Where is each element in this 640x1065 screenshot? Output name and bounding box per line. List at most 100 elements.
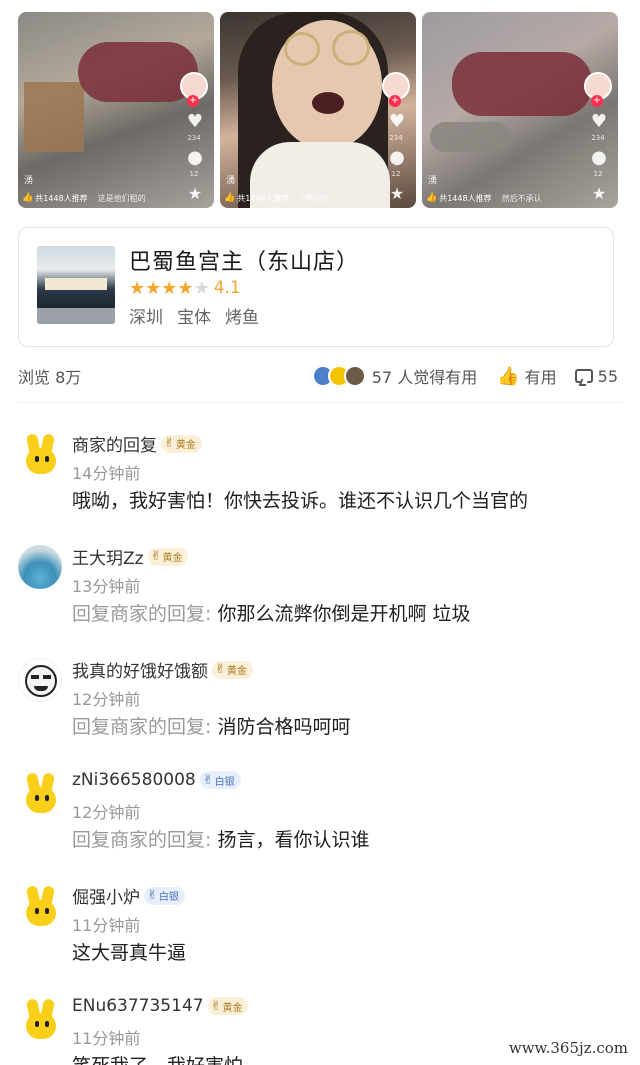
comment-item[interactable]: 商家的回复 ✌ 黄金 14分钟前 哦呦，我好害怕！你快去投诉。谁还不认识几个当官的 [18,428,624,541]
shop-tag-area[interactable]: 宝体 [177,303,211,328]
comment-list: 商家的回复 ✌ 黄金 14分钟前 哦呦，我好害怕！你快去投诉。谁还不认识几个当官的 王大玥… [18,428,624,1065]
level-label: 黄金 [162,553,183,564]
user-avatar[interactable] [18,997,62,1041]
comment-header: ENu637735147 ✌ 黄金 [72,996,249,1016]
victory-hand-icon: ✌ [215,662,226,677]
victory-hand-icon: ✌ [150,549,162,564]
comment-item[interactable]: 王大玥Zz ✌ 黄金 13分钟前回复商家的回复: 你那么流弊你倒是开机啊 垃圾 [18,541,624,654]
helpful-group[interactable]: 57 人觉得有用 [311,364,478,388]
meme-eye [31,675,39,679]
comment-button[interactable]: 55 [574,366,618,386]
reply-prefix[interactable]: 回复商家的回复: [72,716,217,738]
comment-time: 13分钟前 [72,577,141,596]
comment-text: 笑死我了，我好害怕 [72,1051,243,1065]
comment-text: 回复商家的回复: 你那么流弊你倒是开机啊 垃圾 [72,599,471,626]
level-label: 白银 [158,892,179,903]
user-name[interactable]: 商家的回复 [72,431,157,456]
recommend-tag: 👍 共1448人推荐 [22,193,88,204]
thumbs-up-icon: 👍 [224,193,236,203]
recommend-count: 共1448人推荐 [35,193,88,203]
recommend-count: 共1448人推荐 [237,193,290,203]
user-avatar[interactable] [18,771,62,815]
useful-button[interactable]: 👍 有用 [497,364,556,388]
glasses-left [284,32,320,66]
victory-hand-icon: ✌ [164,436,175,451]
heart-icon[interactable]: ♥ [588,112,610,132]
user-name[interactable]: zNi366580008 [72,770,196,790]
video-user: 湧 [226,176,236,186]
comment-icon[interactable]: ● [588,148,610,168]
mascot-eye [35,795,39,801]
comment-body: 你那么流弊你倒是开机啊 垃圾 [217,603,471,625]
shop-card[interactable]: 巴蜀鱼宫主（东山店） ★★★★★ 4.1 深圳 宝体 烤鱼 [18,227,614,347]
user-avatar[interactable] [18,658,62,702]
user-avatar[interactable] [18,884,62,928]
video-user: 湧 [428,176,438,186]
comment-bubble-icon [574,369,593,383]
reply-prefix[interactable]: 回复商家的回复: [72,603,217,625]
comment-text: 回复商家的回复: 消防合格吗呵呵 [72,712,350,739]
level-label: 白银 [214,776,235,788]
user-name[interactable]: 我真的好饿好饿额 [72,657,208,682]
video-footer: 👍 共1448人推荐 1啊好的 [220,188,416,208]
mascot-eye [45,456,49,462]
user-name[interactable]: 王大玥Zz [72,544,144,569]
star-icon: ★ [129,277,146,299]
glasses-right [332,30,370,66]
comment-icon[interactable]: ● [386,148,408,168]
heart-icon[interactable]: ♥ [184,112,206,132]
comment-time: 11分钟前 [72,916,141,935]
follow-plus-icon[interactable]: + [389,95,401,107]
video-thumbnail-1[interactable]: + ♥ 234 ● 12 ★ 湧 👍 共1448人推荐 这是他们租的 [18,12,214,208]
shop-tags: 深圳 宝体 烤鱼 [129,303,259,328]
meme-eye [43,675,51,679]
helpful-count: 57 人觉得有用 [371,368,478,387]
video-thumbnail-2[interactable]: + ♥ 234 ● 12 ★ 湧 👍 共1448人推荐 1啊好的 [220,12,416,208]
meme-face-icon [25,665,57,697]
comment-header: 倔强小炉 ✌ 白银 [72,883,185,908]
comment-body: 哦呦，我好害怕！你快去投诉。谁还不认识几个当官的 [72,490,529,512]
scooter-seat [78,42,198,102]
video-strip: + ♥ 234 ● 12 ★ 湧 👍 共1448人推荐 这是他们租的 + ♥ 23… [18,12,618,208]
star-icon: ★ [177,277,194,299]
victory-hand-icon: ✌ [202,772,214,788]
shop-tag-city[interactable]: 深圳 [129,303,163,328]
user-name[interactable]: 倔强小炉 [72,883,140,908]
shop-sign [45,278,107,290]
star-icon: ★ [161,277,178,299]
mascot-head-icon [26,787,56,813]
comment-icon[interactable]: ● [184,148,206,168]
like-count: 234 [591,134,605,142]
comment-text: 这大哥真牛逼 [72,938,186,965]
level-label: 黄金 [226,666,247,677]
shop-tag-category[interactable]: 烤鱼 [225,303,259,328]
comment-body: 这大哥真牛逼 [72,942,187,964]
mascot-head-icon [26,448,56,474]
comment-body: 扬言，看你认识谁 [217,829,370,851]
mascot-eye [45,908,49,914]
comment-item[interactable]: 我真的好饿好饿额 ✌ 黄金 12分钟前回复商家的回复: 消防合格吗呵呵 [18,654,624,767]
mascot-eye [35,456,39,462]
comment-time: 12分钟前 [72,690,141,709]
follow-plus-icon[interactable]: + [187,95,199,107]
view-count: 浏览 8万 [18,368,82,387]
comment-time: 14分钟前 [72,464,141,483]
recommend-count: 共1448人推荐 [439,193,492,203]
heart-icon[interactable]: ♥ [386,112,408,132]
comment-item[interactable]: zNi366580008 ✌ 白银 12分钟前 回复商家的回复: 扬言，看你认识谁 [18,767,624,880]
video-footer: 👍 共1448人推荐 然后不承认 [422,188,618,208]
follow-plus-icon[interactable]: + [591,95,603,107]
user-name[interactable]: ENu637735147 [72,996,204,1016]
victory-hand-icon: ✌ [147,888,158,903]
reply-prefix[interactable]: 回复商家的回复: [72,829,217,851]
comment-item[interactable]: 倔强小炉 ✌ 白银 11分钟前这大哥真牛逼 [18,880,624,993]
video-thumbnail-3[interactable]: + ♥ 234 ● 12 ★ 湧 👍 共1448人推荐 然后不承认 [422,12,618,208]
user-avatar[interactable] [18,432,62,476]
divider [18,402,622,403]
user-avatar[interactable] [18,545,62,589]
comment-header: 王大玥Zz ✌ 黄金 [72,544,189,569]
thumbs-up-icon: 👍 [426,193,438,203]
comment-total: 55 [597,366,618,386]
shop-name: 巴蜀鱼宫主（东山店） [129,250,360,275]
star-rating: ★★★★★ 4.1 [129,278,241,298]
